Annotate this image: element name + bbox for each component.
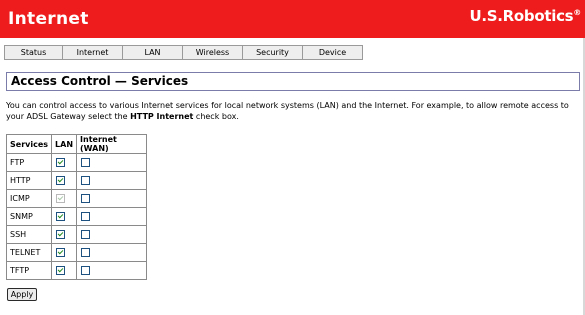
tab-status[interactable]: Status <box>4 45 62 60</box>
lan-cell <box>51 243 78 262</box>
wan-checkbox[interactable] <box>81 194 91 203</box>
lan-cell <box>51 153 78 172</box>
tab-wireless[interactable]: Wireless <box>182 45 242 60</box>
app-title: Internet <box>8 9 89 29</box>
tab-internet[interactable]: Internet <box>62 45 122 60</box>
apply-button[interactable]: Apply <box>7 288 37 301</box>
nav-tabs: Status Internet LAN Wireless Security De… <box>4 45 363 60</box>
wan-checkbox[interactable] <box>81 266 91 275</box>
header-bar: Internet U.S.Robotics® <box>0 0 585 38</box>
wan-checkbox[interactable] <box>81 212 91 221</box>
brand-name: U.S.Robotics <box>469 7 574 25</box>
lan-checkbox[interactable] <box>56 230 66 239</box>
lan-cell <box>51 189 78 208</box>
services-table: Services LAN Internet (WAN) FTP HTTP ICMP S… <box>5 134 148 280</box>
lan-checkbox[interactable] <box>56 176 66 185</box>
lan-checkbox[interactable] <box>56 266 66 275</box>
service-name: SSH <box>5 225 53 244</box>
wan-cell <box>76 261 148 280</box>
service-name: FTP <box>5 153 53 172</box>
description-text-2: check box. <box>193 112 239 121</box>
description-text-1: You can control access to various Intern… <box>6 101 569 121</box>
wan-cell <box>76 153 148 172</box>
lan-checkbox[interactable] <box>56 248 66 257</box>
service-name: ICMP <box>5 189 53 208</box>
page-title-box: Access Control — Services <box>6 72 580 91</box>
wan-cell <box>76 207 148 226</box>
page-description: You can control access to various Intern… <box>6 100 581 122</box>
lan-cell <box>51 261 78 280</box>
table-header-row: Services LAN Internet (WAN) <box>5 134 148 154</box>
wan-cell <box>76 243 148 262</box>
description-bold: HTTP Internet <box>130 112 194 121</box>
registered-mark: ® <box>573 8 581 17</box>
table-row: SNMP <box>5 207 148 226</box>
service-name: TFTP <box>5 261 53 280</box>
wan-cell <box>76 189 148 208</box>
header-lan: LAN <box>51 134 78 154</box>
lan-cell <box>51 207 78 226</box>
wan-cell <box>76 225 148 244</box>
page-title: Access Control — Services <box>11 74 189 88</box>
lan-checkbox[interactable] <box>56 158 66 167</box>
lan-cell <box>51 171 78 190</box>
table-row: TELNET <box>5 243 148 262</box>
wan-checkbox[interactable] <box>81 230 91 239</box>
service-name: SNMP <box>5 207 53 226</box>
tab-security[interactable]: Security <box>242 45 302 60</box>
tab-device[interactable]: Device <box>302 45 363 60</box>
table-row: TFTP <box>5 261 148 280</box>
service-name: TELNET <box>5 243 53 262</box>
tab-lan[interactable]: LAN <box>122 45 182 60</box>
table-row: HTTP <box>5 171 148 190</box>
header-wan: Internet (WAN) <box>76 134 148 154</box>
table-row: ICMP <box>5 189 148 208</box>
table-row: SSH <box>5 225 148 244</box>
lan-checkbox <box>56 194 66 203</box>
table-row: FTP <box>5 153 148 172</box>
wan-checkbox[interactable] <box>81 176 91 185</box>
header-services: Services <box>5 134 53 154</box>
service-name: HTTP <box>5 171 53 190</box>
wan-checkbox[interactable] <box>81 248 91 257</box>
wan-cell <box>76 171 148 190</box>
lan-cell <box>51 225 78 244</box>
lan-checkbox[interactable] <box>56 212 66 221</box>
brand-logo: U.S.Robotics® <box>469 7 581 25</box>
wan-checkbox[interactable] <box>81 158 91 167</box>
